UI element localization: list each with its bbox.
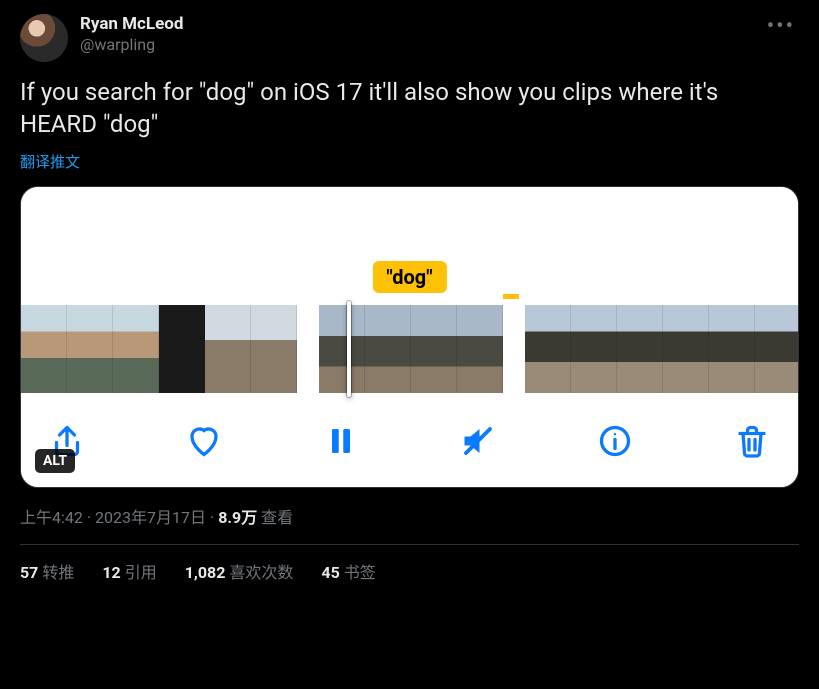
retweets-stat[interactable]: 57转推 — [20, 559, 74, 583]
clip-thumb — [617, 305, 663, 393]
clip-group — [525, 305, 799, 393]
pause-icon[interactable] — [323, 423, 359, 459]
mute-icon[interactable] — [460, 423, 496, 459]
bookmarks-stat[interactable]: 45书签 — [321, 559, 375, 583]
clip-thumb — [457, 305, 503, 393]
video-timeline[interactable] — [21, 299, 798, 399]
clip-thumb — [319, 305, 365, 393]
clip-thumb — [205, 305, 251, 393]
search-token-badge: "dog" — [372, 261, 446, 293]
playhead[interactable] — [347, 301, 351, 397]
clip-thumb — [21, 305, 67, 393]
info-icon[interactable] — [597, 423, 633, 459]
tweet-text: If you search for "dog" on iOS 17 it'll … — [20, 76, 799, 141]
clip-group-active — [319, 305, 503, 393]
clip-thumb — [365, 305, 411, 393]
clip-thumb — [571, 305, 617, 393]
views-label: 查看 — [261, 508, 293, 527]
views-count: 8.9万 — [218, 508, 257, 527]
clip-thumb — [709, 305, 755, 393]
heart-icon[interactable] — [186, 423, 222, 459]
tweet-time[interactable]: 上午4:42 — [20, 508, 83, 527]
tweet-container: Ryan McLeod @warpling ••• If you search … — [20, 14, 799, 583]
clip-thumb — [113, 305, 159, 393]
media-card[interactable]: "dog" — [20, 186, 799, 488]
display-name: Ryan McLeod — [80, 14, 751, 35]
tweet-date[interactable]: 2023年7月17日 — [95, 508, 206, 527]
clip-thumb — [411, 305, 457, 393]
handle: @warpling — [80, 35, 751, 55]
quotes-stat[interactable]: 12引用 — [102, 559, 156, 583]
clip-thumb — [159, 305, 205, 393]
clip-thumb — [755, 305, 799, 393]
clip-thumb — [67, 305, 113, 393]
media-whitespace: "dog" — [21, 187, 798, 299]
avatar[interactable] — [20, 14, 68, 62]
tweet-stats: 57转推 12引用 1,082喜欢次数 45书签 — [20, 559, 799, 583]
translate-link[interactable]: 翻译推文 — [20, 151, 799, 172]
search-token-tick — [503, 294, 519, 299]
author-names[interactable]: Ryan McLeod @warpling — [80, 14, 751, 55]
divider — [20, 544, 799, 545]
clip-thumb — [525, 305, 571, 393]
more-icon[interactable]: ••• — [763, 14, 799, 39]
likes-stat[interactable]: 1,082喜欢次数 — [185, 559, 294, 583]
clip-group — [21, 305, 297, 393]
clip-thumb — [663, 305, 709, 393]
trash-icon[interactable] — [734, 423, 770, 459]
clip-thumb — [251, 305, 297, 393]
tweet-meta: 上午4:42·2023年7月17日·8.9万 查看 — [20, 504, 799, 528]
media-toolbar — [21, 399, 798, 487]
alt-badge[interactable]: ALT — [35, 449, 75, 473]
tweet-header: Ryan McLeod @warpling ••• — [20, 14, 799, 62]
